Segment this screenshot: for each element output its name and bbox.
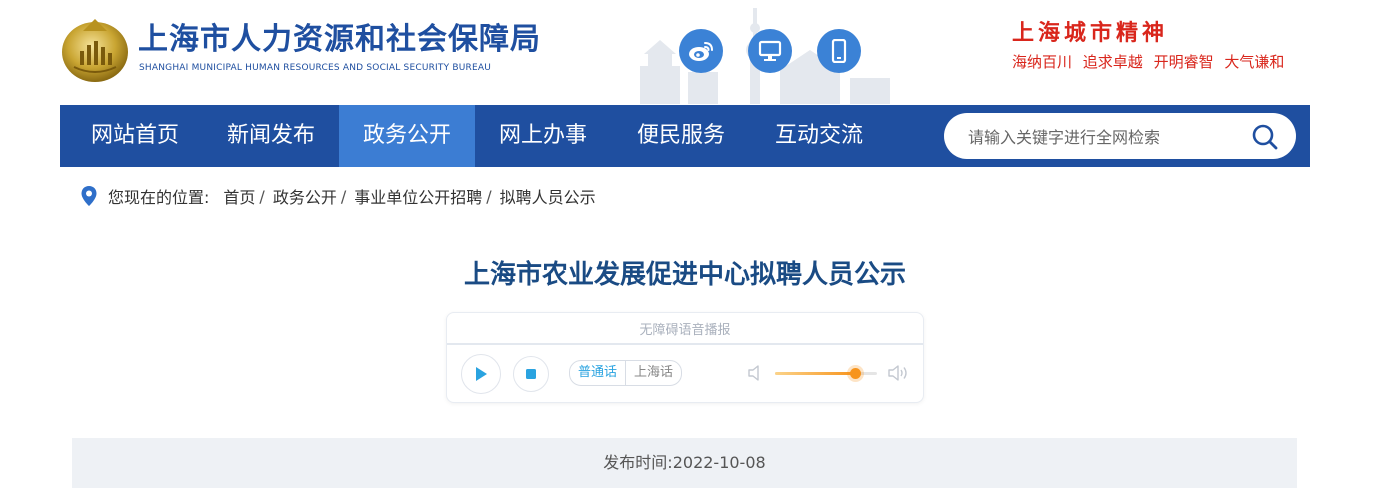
city-spirit-words: 海纳百川 追求卓越 开明睿智 大气谦和 [1012,51,1284,72]
desktop-icon [758,40,782,61]
language-toggle: 普通话 上海话 [569,360,683,386]
nav-item-government-affairs[interactable]: 政务公开 [339,105,475,167]
search-icon[interactable] [1252,124,1278,150]
breadcrumb-prefix: 您现在的位置: [108,188,210,207]
page-title: 上海市农业发展促进中心拟聘人员公示 [463,260,906,290]
language-option-mandarin[interactable]: 普通话 [570,361,627,385]
nav-item-interaction[interactable]: 互动交流 [756,105,882,167]
nav-item-news[interactable]: 新闻发布 [208,105,334,167]
publish-time-label: 发布时间: [603,453,673,472]
volume-slider[interactable] [775,368,877,379]
mobile-icon [831,39,847,63]
breadcrumb: 您现在的位置: 首页 / 政务公开 / 事业单位公开招聘 / 拟聘人员公示 [80,184,596,208]
desktop-site-button[interactable] [748,29,792,73]
nav-item-online-services[interactable]: 网上办事 [480,105,606,167]
nav-item-public-services[interactable]: 便民服务 [618,105,744,167]
breadcrumb-current[interactable]: 拟聘人员公示 [500,184,596,208]
audio-player-label: 无障碍语音播报 [639,323,731,338]
spirit-word: 追求卓越 [1082,53,1143,71]
breadcrumb-separator: / [340,186,347,206]
location-pin-icon [81,186,97,206]
article-meta-bar: 发布时间:2022-10-08 [72,438,1297,488]
audio-progress-bar[interactable] [447,343,923,345]
org-name-cn: 上海市人力资源和社会保障局 [138,22,541,57]
language-option-shanghainese[interactable]: 上海话 [626,361,681,385]
audio-player: 无障碍语音播报 普通话 上海话 [446,312,924,403]
city-spirit-title: 上海城市精神 [1012,20,1169,46]
search-input[interactable] [966,113,1240,161]
main-nav: 网站首页 新闻发布 政务公开 网上办事 便民服务 互动交流 [60,105,1310,167]
breadcrumb-recruitment[interactable]: 事业单位公开招聘 [354,184,482,208]
stop-icon [526,369,536,379]
stop-button[interactable] [513,356,549,392]
volume-slider-fill [775,372,855,375]
breadcrumb-separator: / [486,186,492,206]
volume-high-icon[interactable] [887,363,911,383]
org-name-en: SHANGHAI MUNICIPAL HUMAN RESOURCES AND S… [139,63,492,73]
play-icon [476,367,487,381]
mobile-site-button[interactable] [817,29,861,73]
site-search [944,113,1296,161]
volume-slider-handle[interactable] [849,368,861,379]
play-button[interactable] [461,354,501,394]
weibo-icon [689,42,713,61]
bureau-logo-emblem[interactable] [60,15,130,85]
volume-low-icon[interactable] [747,364,763,382]
weibo-button[interactable] [679,29,723,73]
nav-item-home[interactable]: 网站首页 [72,105,198,167]
publish-date: 2022-10-08 [672,453,766,472]
spirit-word: 海纳百川 [1012,53,1073,71]
breadcrumb-government-affairs[interactable]: 政务公开 [273,184,337,208]
breadcrumb-home[interactable]: 首页 [223,184,255,208]
spirit-word: 大气谦和 [1224,53,1285,71]
spirit-word: 开明睿智 [1153,53,1214,71]
breadcrumb-separator: / [259,186,265,206]
